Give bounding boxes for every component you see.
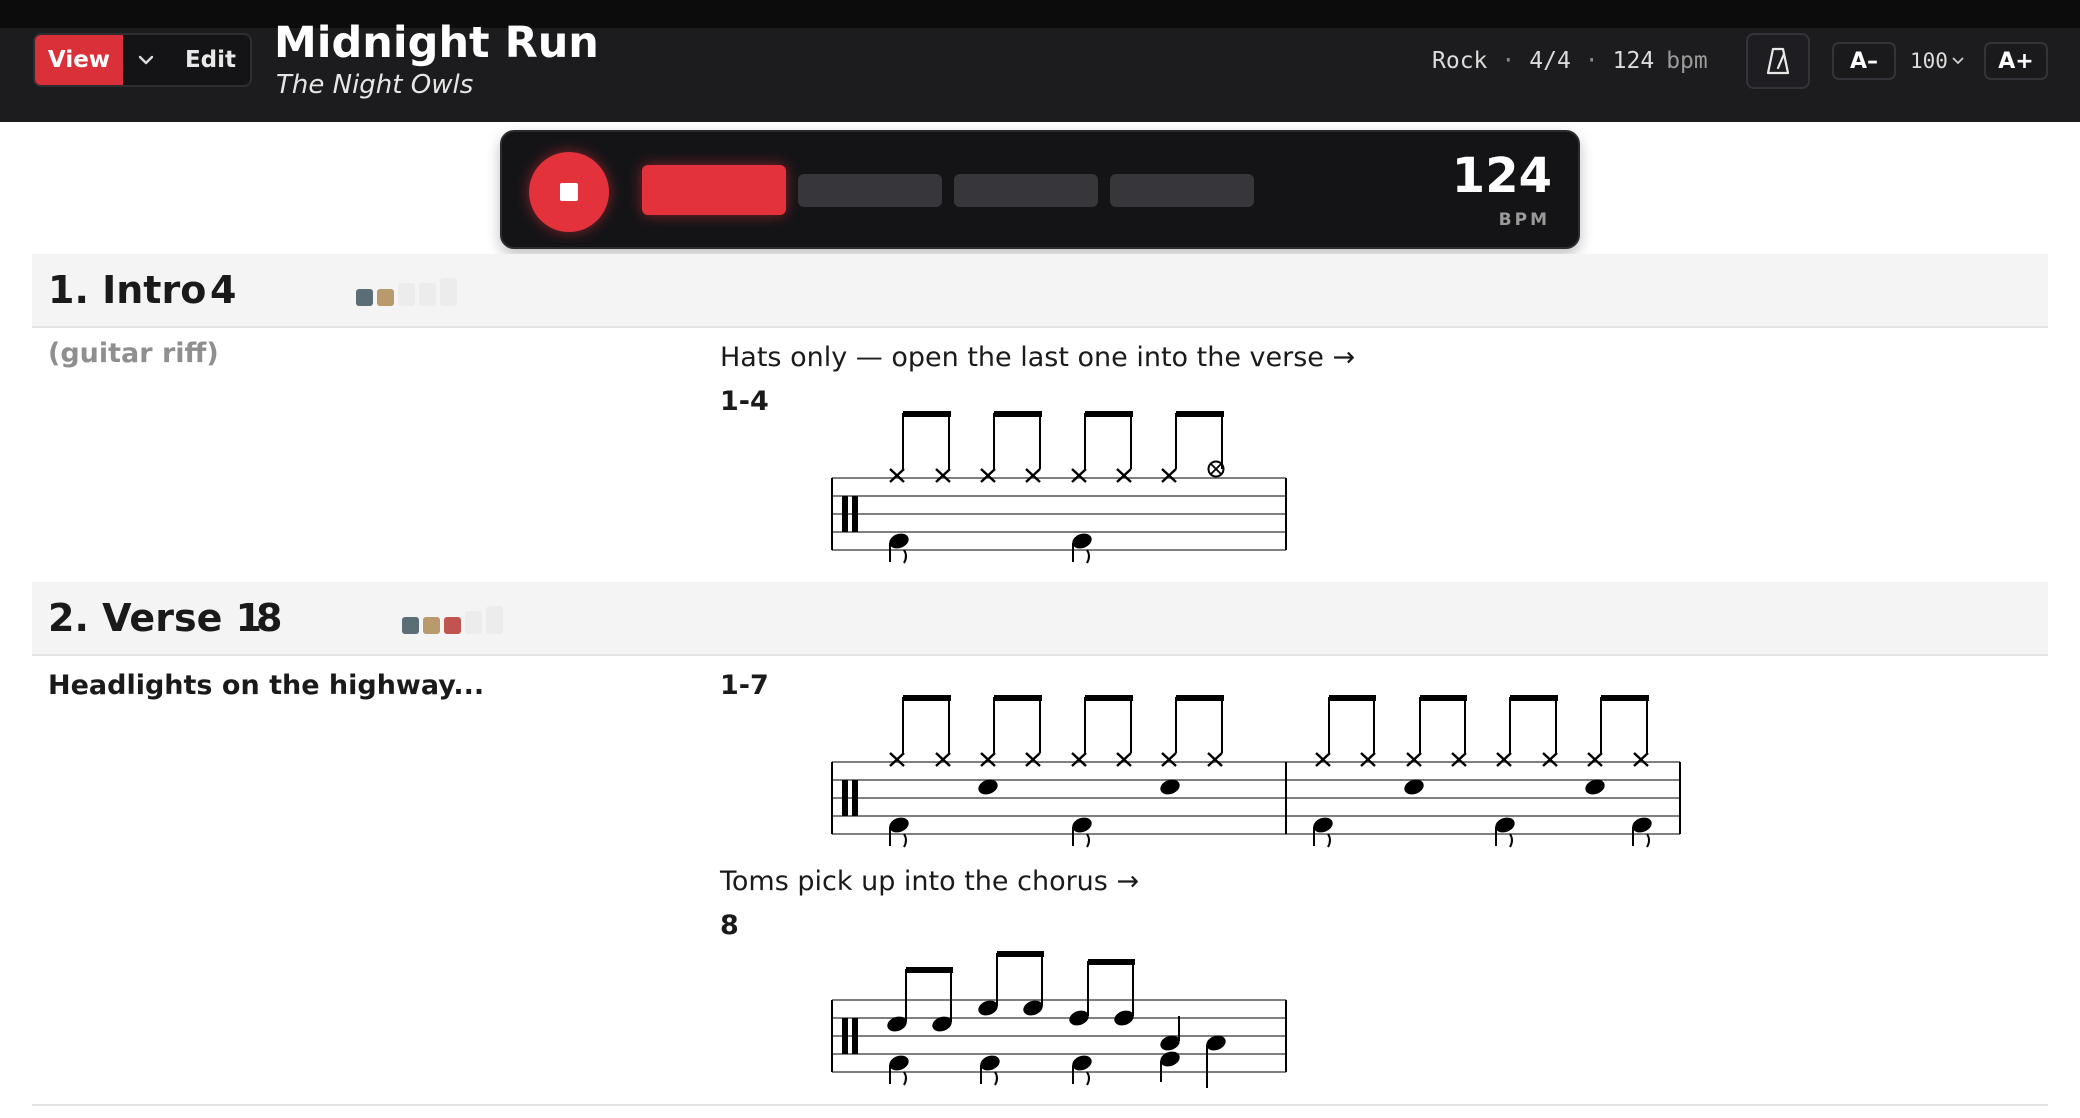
bar-range-label: 1-7: [720, 670, 769, 701]
bar-range-label: 1-4: [720, 386, 769, 417]
stop-icon: [560, 183, 578, 201]
zoom-in-button[interactable]: A+: [1984, 42, 2048, 80]
notation-note: Toms pick up into the chorus →: [720, 866, 1140, 897]
metronome-button[interactable]: [1746, 33, 1810, 89]
stop-button[interactable]: [529, 152, 609, 232]
playback-bar: 124 BPM: [500, 130, 1580, 249]
section-header[interactable]: 1. Intro 4: [32, 254, 2048, 328]
section-part-swatches: [356, 278, 457, 306]
zoom-out-button[interactable]: A–: [1832, 42, 1896, 80]
bar-range-label: 8: [720, 910, 739, 941]
part-swatch-empty: [486, 606, 503, 634]
tempo-unit: bpm: [1666, 48, 1708, 74]
chevron-down-icon: [1952, 57, 1964, 65]
section-part-swatches: [402, 606, 503, 634]
song-meta: Rock · 4/4 · 124 bpm: [1432, 44, 1708, 78]
section-title: 1. Intro: [48, 268, 207, 312]
edit-mode-button[interactable]: Edit: [169, 35, 250, 85]
zoom-select[interactable]: 100: [1910, 44, 1964, 78]
mode-switcher: View Edit: [33, 33, 252, 87]
part-swatch: [402, 617, 419, 634]
metronome-icon: [1766, 47, 1790, 75]
time-signature: 4/4: [1529, 48, 1571, 74]
part-swatch-empty: [419, 283, 436, 306]
part-swatch: [423, 617, 440, 634]
part-swatch-empty: [440, 278, 457, 306]
part-swatch-empty: [465, 611, 482, 634]
chevron-down-icon: [138, 55, 154, 65]
drum-staff: [831, 951, 1287, 1088]
beat-indicator: [1110, 174, 1254, 207]
section-bar-count: 8: [256, 596, 283, 640]
drum-staff: [831, 411, 1287, 564]
song-title: Midnight Run: [274, 18, 599, 68]
song-tempo: 124: [1612, 48, 1655, 74]
beat-indicator: [798, 174, 942, 207]
bpm-label: BPM: [1498, 210, 1550, 230]
section-title: 2. Verse 1: [48, 596, 263, 640]
song-style: Rock: [1432, 48, 1488, 74]
beat-indicator: [642, 165, 786, 215]
section-header[interactable]: 2. Verse 1 8: [32, 582, 2048, 656]
beat-indicator: [954, 174, 1098, 207]
zoom-value: 100: [1910, 49, 1948, 73]
bpm-readout: 124: [1451, 148, 1552, 204]
song-artist: The Night Owls: [276, 70, 474, 100]
part-swatch-empty: [398, 283, 415, 306]
meta-separator: ·: [1501, 48, 1516, 74]
section-lyric: Headlights on the highway...: [48, 670, 485, 701]
mode-menu-button[interactable]: [123, 35, 169, 85]
part-swatch: [444, 617, 461, 634]
part-swatch: [356, 289, 373, 306]
section-lyric: (guitar riff): [48, 338, 219, 369]
meta-separator: ·: [1584, 48, 1599, 74]
drum-staff: [831, 695, 1681, 848]
section-divider: [32, 1104, 2048, 1106]
notation-note: Hats only — open the last one into the v…: [720, 342, 1356, 373]
part-swatch: [377, 289, 394, 306]
view-mode-button[interactable]: View: [35, 35, 123, 85]
section-bar-count: 4: [210, 268, 237, 312]
